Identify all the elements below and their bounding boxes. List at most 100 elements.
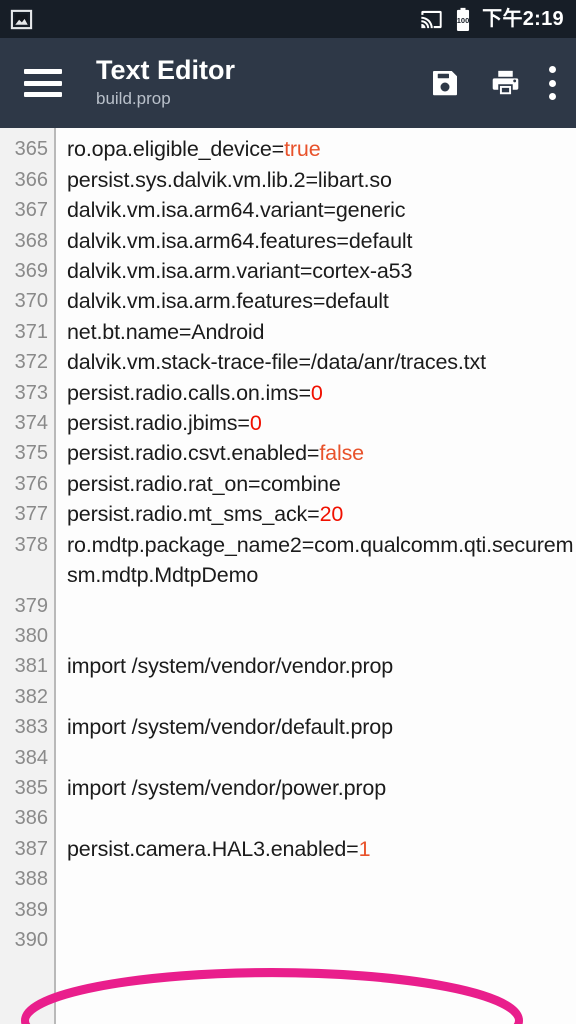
line-number: 372 bbox=[14, 351, 48, 374]
code-line[interactable]: 374 persist.radio.jbims=0 bbox=[0, 408, 576, 438]
line-text: import /system/vendor/default.prop bbox=[67, 715, 393, 740]
line-number: 371 bbox=[14, 320, 48, 343]
property-value: 20 bbox=[319, 502, 344, 527]
battery-icon: 100 bbox=[454, 7, 472, 32]
line-number: 366 bbox=[14, 168, 48, 191]
code-line[interactable]: 372 dalvik.vm.stack-trace-file=/data/anr/… bbox=[0, 347, 576, 377]
more-vertical-icon-dot-3 bbox=[548, 93, 556, 100]
code-line[interactable]: 384 bbox=[0, 743, 576, 773]
code-line[interactable]: 378 ro.mdtp.package_name2=com.qualcomm.qt… bbox=[0, 530, 576, 591]
line-text: import /system/vendor/vendor.prop bbox=[67, 654, 394, 679]
more-vertical-icon-dot-1 bbox=[548, 66, 556, 73]
code-line[interactable]: 371 net.bt.name=Android bbox=[0, 317, 576, 347]
line-text: persist.radio.jbims=0 bbox=[67, 411, 262, 436]
hamburger-menu-icon[interactable] bbox=[24, 69, 62, 97]
app-bar-titles: Text Editor build.prop bbox=[96, 55, 428, 111]
line-text: persist.radio.csvt.enabled=false bbox=[67, 441, 364, 466]
code-line[interactable]: 365 ro.opa.eligible_device=true bbox=[0, 134, 576, 164]
status-bar: 100 下午2:19 bbox=[0, 0, 576, 38]
line-text bbox=[56, 743, 576, 773]
line-number: 380 bbox=[14, 624, 48, 647]
printer-icon bbox=[490, 68, 521, 99]
line-text: dalvik.vm.stack-trace-file=/data/anr/tra… bbox=[67, 350, 486, 375]
line-number: 365 bbox=[14, 138, 48, 161]
code-line[interactable]: 387 persist.camera.HAL3.enabled=1 bbox=[0, 834, 576, 864]
line-number: 370 bbox=[14, 290, 48, 313]
floppy-disk-save-icon bbox=[430, 68, 460, 98]
line-number: 374 bbox=[14, 412, 48, 435]
line-number: 367 bbox=[14, 199, 48, 222]
property-value: 0 bbox=[310, 380, 323, 405]
property-value: true bbox=[284, 137, 321, 162]
line-number: 390 bbox=[14, 928, 48, 951]
line-text bbox=[56, 682, 576, 712]
property-value: false bbox=[319, 441, 364, 466]
line-text: ro.mdtp.package_name2=com.qualcomm.qti.s… bbox=[67, 532, 574, 588]
code-line[interactable]: 380 bbox=[0, 621, 576, 651]
app-bar-actions bbox=[428, 64, 560, 102]
line-text: dalvik.vm.isa.arm64.features=default bbox=[67, 228, 413, 253]
line-number: 384 bbox=[14, 746, 48, 769]
line-text bbox=[56, 591, 576, 621]
line-number: 385 bbox=[14, 776, 48, 799]
cast-icon bbox=[419, 8, 444, 31]
line-number: 368 bbox=[14, 229, 48, 252]
line-number: 387 bbox=[14, 837, 48, 860]
line-text: import /system/vendor/power.prop bbox=[67, 775, 387, 800]
page-title: Text Editor bbox=[96, 55, 236, 85]
line-text: persist.radio.calls.on.ims=0 bbox=[67, 380, 323, 405]
status-bar-left bbox=[10, 8, 33, 31]
line-number: 382 bbox=[14, 685, 48, 708]
line-text: persist.radio.mt_sms_ack=20 bbox=[67, 502, 344, 527]
property-value: 0 bbox=[249, 411, 262, 436]
code-line[interactable]: 390 bbox=[0, 925, 576, 955]
line-text: dalvik.vm.isa.arm64.variant=generic bbox=[67, 198, 406, 223]
app-bar: Text Editor build.prop bbox=[0, 38, 576, 128]
code-line[interactable]: 375 persist.radio.csvt.enabled=false bbox=[0, 438, 576, 468]
more-vertical-icon-dot-2 bbox=[548, 79, 556, 87]
code-line[interactable]: 368 dalvik.vm.isa.arm64.features=default bbox=[0, 226, 576, 256]
line-number: 375 bbox=[14, 442, 48, 465]
line-number: 378 bbox=[14, 533, 48, 556]
line-number: 383 bbox=[14, 716, 48, 739]
line-number: 381 bbox=[14, 655, 48, 678]
page-subtitle-filename: build.prop bbox=[96, 89, 171, 109]
code-line[interactable]: 386 bbox=[0, 803, 576, 833]
status-bar-clock: 下午2:19 bbox=[482, 7, 564, 30]
line-number: 369 bbox=[14, 260, 48, 283]
svg-text:100: 100 bbox=[457, 15, 470, 24]
line-text: persist.camera.HAL3.enabled=1 bbox=[67, 836, 371, 861]
code-line[interactable]: 389 bbox=[0, 895, 576, 925]
code-line[interactable]: 379 bbox=[0, 591, 576, 621]
app-screen: 100 下午2:19 Text Editor build.prop 365 ro… bbox=[0, 0, 576, 1024]
overflow-menu-button[interactable] bbox=[548, 66, 556, 100]
line-text bbox=[56, 895, 576, 925]
code-line[interactable]: 385 import /system/vendor/power.prop bbox=[0, 773, 576, 803]
code-line[interactable]: 376 persist.radio.rat_on=combine bbox=[0, 469, 576, 499]
code-line[interactable]: 370 dalvik.vm.isa.arm.features=default bbox=[0, 286, 576, 316]
line-number: 389 bbox=[14, 898, 48, 921]
save-button[interactable] bbox=[428, 64, 462, 102]
line-text bbox=[56, 621, 576, 651]
code-line[interactable]: 381 import /system/vendor/vendor.prop bbox=[0, 651, 576, 681]
line-number: 377 bbox=[14, 503, 48, 526]
code-line[interactable]: 369 dalvik.vm.isa.arm.variant=cortex-a53 bbox=[0, 256, 576, 286]
line-text: persist.radio.rat_on=combine bbox=[67, 471, 341, 496]
code-line[interactable]: 377 persist.radio.mt_sms_ack=20 bbox=[0, 499, 576, 529]
code-line[interactable]: 382 bbox=[0, 682, 576, 712]
code-line[interactable]: 373 persist.radio.calls.on.ims=0 bbox=[0, 378, 576, 408]
print-button[interactable] bbox=[488, 64, 522, 102]
line-text: dalvik.vm.isa.arm.features=default bbox=[67, 289, 389, 314]
line-number: 386 bbox=[14, 807, 48, 830]
line-number: 388 bbox=[14, 868, 48, 891]
code-line[interactable]: 388 bbox=[0, 864, 576, 894]
code-content[interactable]: xiaomi-rev2365ro.opa.eligible_device=tru… bbox=[0, 128, 576, 1024]
line-text: net.bt.name=Android bbox=[67, 319, 265, 344]
code-line[interactable]: 366 persist.sys.dalvik.vm.lib.2=libart.so bbox=[0, 165, 576, 195]
line-text: dalvik.vm.isa.arm.variant=cortex-a53 bbox=[67, 259, 413, 284]
code-line[interactable]: 367 dalvik.vm.isa.arm64.variant=generic bbox=[0, 195, 576, 225]
property-value: 1 bbox=[358, 836, 371, 861]
line-text bbox=[56, 864, 576, 894]
code-line[interactable]: 383 import /system/vendor/default.prop bbox=[0, 712, 576, 742]
text-editor-area[interactable]: xiaomi-rev2365ro.opa.eligible_device=tru… bbox=[0, 128, 576, 1024]
